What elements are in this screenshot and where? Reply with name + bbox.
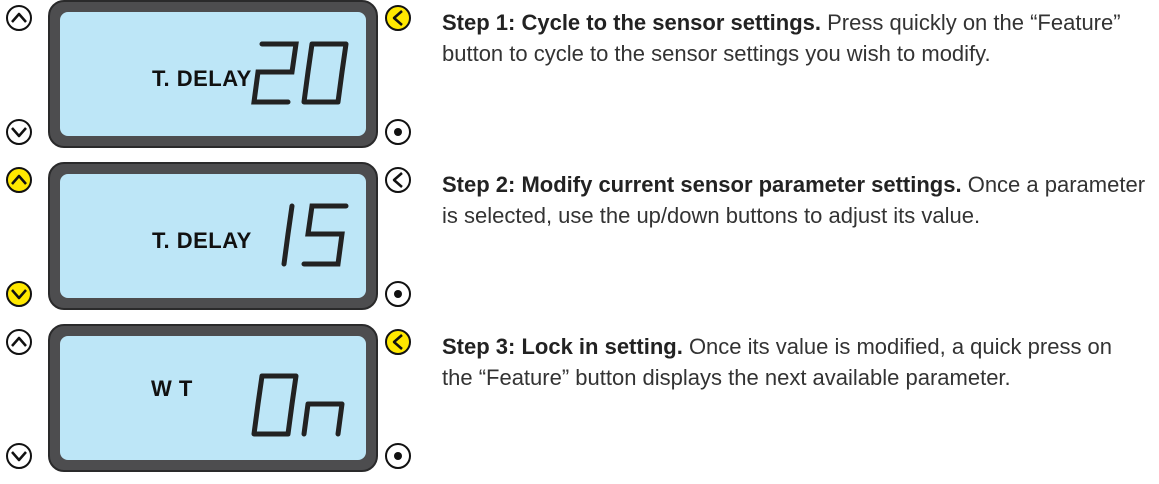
svg-text:20: 20 [250, 34, 252, 35]
lcd-value [281, 203, 349, 267]
up-arrow-icon [11, 174, 27, 185]
lcd-label: W T [151, 376, 193, 401]
step-title: Step 3: Lock in setting. [442, 334, 683, 359]
step-description: Step 3: Lock in setting. Once its value … [442, 331, 1147, 393]
select-button[interactable] [385, 281, 411, 307]
up-button[interactable] [6, 167, 32, 193]
display-bezel: W T [48, 324, 378, 472]
feature-button[interactable] [385, 329, 411, 355]
lcd-screen: W T [60, 336, 366, 460]
up-arrow-icon [11, 336, 27, 347]
feature-button[interactable] [385, 167, 411, 193]
left-arrow-icon [392, 334, 403, 350]
step-title: Step 2: Modify current sensor parameter … [442, 172, 962, 197]
down-arrow-icon [11, 289, 27, 300]
feature-button[interactable] [385, 5, 411, 31]
up-button[interactable] [6, 329, 32, 355]
lcd-value: 20 [250, 34, 349, 105]
dot-icon [394, 290, 402, 298]
step-1: T. DELAY 20 Step 1: Cycle to the sensor … [0, 0, 1159, 160]
left-arrow-icon [392, 10, 403, 26]
lcd-label: T. DELAY [152, 66, 252, 91]
down-button[interactable] [6, 443, 32, 469]
dot-icon [394, 452, 402, 460]
display-bezel: T. DELAY 20 [48, 0, 378, 148]
dot-icon [394, 128, 402, 136]
up-arrow-icon [11, 12, 27, 23]
lcd-screen: T. DELAY 20 [60, 12, 366, 136]
down-button[interactable] [6, 281, 32, 307]
step-description: Step 2: Modify current sensor parameter … [442, 169, 1147, 231]
down-arrow-icon [11, 127, 27, 138]
select-button[interactable] [385, 443, 411, 469]
up-button[interactable] [6, 5, 32, 31]
sensor-device: W T [0, 324, 420, 484]
sensor-device: T. DELAY 20 [0, 0, 420, 160]
lcd-label: T. DELAY [152, 228, 252, 253]
step-title: Step 1: Cycle to the sensor settings. [442, 10, 821, 35]
lcd-screen: T. DELAY [60, 174, 366, 298]
lcd-value [251, 373, 345, 437]
step-description: Step 1: Cycle to the sensor settings. Pr… [442, 7, 1147, 69]
step-3: W T Step 3: Lock in setting. Once its va… [0, 324, 1159, 484]
select-button[interactable] [385, 119, 411, 145]
down-arrow-icon [11, 451, 27, 462]
display-bezel: T. DELAY [48, 162, 378, 310]
step-2: T. DELAY Step 2: Modify current sensor p… [0, 162, 1159, 322]
sensor-device: T. DELAY [0, 162, 420, 322]
down-button[interactable] [6, 119, 32, 145]
left-arrow-icon [392, 172, 403, 188]
